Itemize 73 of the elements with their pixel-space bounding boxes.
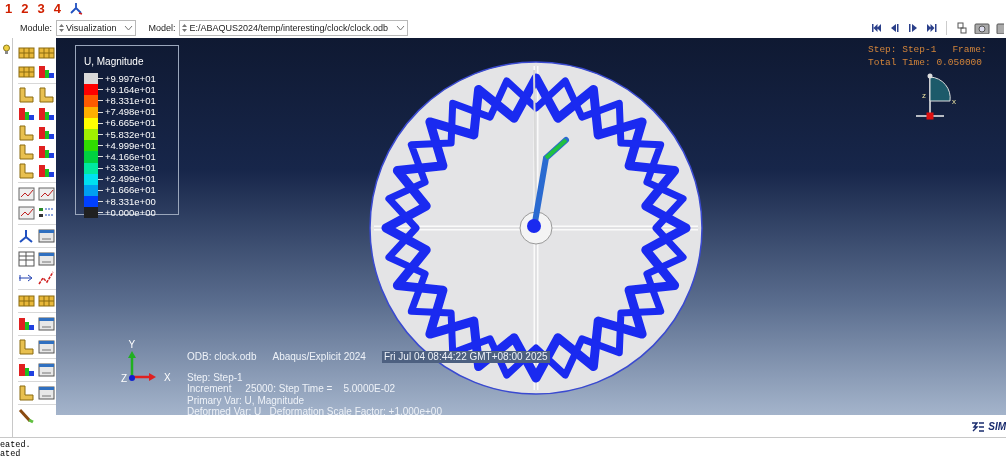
legend-title: U, Magnitude [84, 56, 145, 67]
grid-icon[interactable] [38, 293, 55, 309]
chart-icon[interactable] [18, 186, 35, 202]
triad-icon[interactable] [18, 228, 35, 244]
legend-value: +5.832e+01 [105, 129, 156, 140]
window-icon[interactable] [38, 251, 55, 267]
legend-value: +4.166e+01 [105, 151, 156, 162]
legend-value: +8.331e+01 [105, 95, 156, 106]
window-icon[interactable] [38, 228, 55, 244]
legend-value: +2.499e+01 [105, 174, 156, 185]
step-label: Step: Step-1 [868, 43, 937, 56]
toolbar-number[interactable]: 4 [53, 1, 61, 16]
chart-icon[interactable] [38, 186, 55, 202]
triad-icon[interactable] [69, 2, 83, 15]
previous-frame-button[interactable] [889, 21, 901, 34]
toolbar-number[interactable]: 3 [37, 1, 45, 16]
dropdown[interactable]: E:/ABAQUS2024/temp/interesting/clock/clock.odb [179, 19, 409, 36]
odb-name: ODB: clock.odb [187, 351, 257, 363]
message-line: ated [0, 449, 22, 457]
model-viewport[interactable] [56, 38, 1006, 415]
legend-value: +9.997e+01 [105, 73, 156, 84]
info-line: Step: Step-1 [187, 371, 244, 383]
spinner-icon[interactable] [182, 22, 188, 33]
field-label: Model: [148, 22, 176, 33]
info-line: Deformed Var: U Deformation Scale Factor: +1.000e+00 [187, 406, 443, 415]
chart-icon[interactable] [18, 205, 35, 221]
grid-icon[interactable] [18, 293, 35, 309]
legend-value: +7.498e+01 [105, 107, 156, 118]
window-icon[interactable] [38, 385, 55, 401]
legend-value: +4.999e+01 [105, 140, 156, 151]
window-icon[interactable] [38, 339, 55, 355]
view-orientation-icon [915, 73, 951, 120]
info-line: Primary Var: U, Magnitude [187, 394, 306, 406]
table-icon[interactable] [18, 251, 35, 267]
bracket-icon[interactable] [18, 385, 35, 401]
axis-label: Y [128, 340, 136, 350]
brand-text: SIM [988, 420, 1006, 432]
spinner-icon[interactable] [59, 22, 65, 33]
legend-value: +9.164e+01 [105, 84, 156, 95]
bracket-icon[interactable] [18, 339, 35, 355]
lightbulb-icon[interactable] [1, 44, 11, 55]
legend-value: +3.332e+01 [105, 163, 156, 174]
axis-label: X [164, 372, 171, 383]
message-line: eated. [0, 441, 32, 450]
legend-value: +8.331e+00 [105, 196, 156, 207]
first-frame-button[interactable] [871, 21, 883, 34]
pen-icon[interactable] [18, 408, 35, 424]
frame-label: Frame: [952, 43, 987, 56]
toolbar-number[interactable]: 1 [5, 1, 13, 16]
grid-icon[interactable] [18, 64, 35, 80]
grid-icon[interactable] [38, 45, 55, 61]
legend-value: +1.666e+01 [105, 185, 156, 196]
axis-label: x [952, 97, 956, 106]
legend-value: +0.000e+00 [105, 207, 156, 218]
timestamp: Fri Jul 04 08:44:22 GMT+08:00 2025 [381, 351, 550, 363]
axis-label: Z [121, 373, 128, 384]
legend-value: +6.665e+01 [105, 118, 156, 129]
frames-icon[interactable] [956, 21, 968, 34]
field-label: Module: [20, 22, 53, 33]
next-frame-button[interactable] [907, 21, 919, 34]
grid-icon[interactable] [18, 45, 35, 61]
last-frame-button[interactable] [925, 21, 937, 34]
total-time-label: Total Time: 0.050000 [868, 56, 984, 69]
dropdown[interactable]: Visualization [56, 19, 137, 36]
axis-arrows-icon [128, 351, 156, 381]
axis-label: z [922, 91, 926, 100]
toolbar-number[interactable]: 2 [21, 1, 29, 16]
window-icon[interactable] [38, 362, 55, 378]
window-icon[interactable] [38, 316, 55, 332]
zigzag-icon[interactable] [38, 270, 55, 286]
logo-icon [971, 420, 986, 432]
solver-version: Abaqus/Explicit 2024 [272, 351, 366, 363]
info-line: Increment 25000: Step Time = 5.0000E-02 [187, 383, 397, 395]
